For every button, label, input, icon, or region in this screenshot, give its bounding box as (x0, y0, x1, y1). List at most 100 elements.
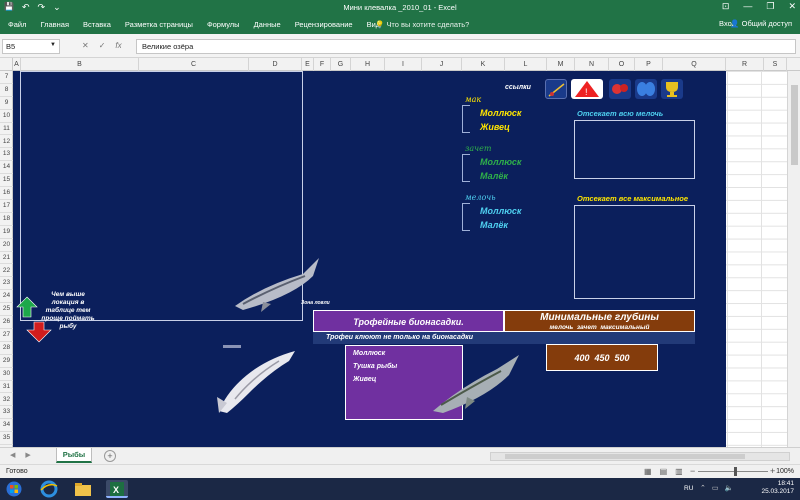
row-header[interactable]: 20 (0, 239, 13, 252)
scroll-thumb[interactable] (791, 85, 798, 165)
cut-small-box[interactable] (574, 120, 695, 179)
col-header[interactable]: E (302, 58, 314, 71)
row-header[interactable]: 24 (0, 290, 13, 304)
excel-taskbar-icon[interactable]: X (106, 480, 128, 498)
col-header[interactable]: J (422, 58, 462, 71)
scroll-tabs-right-icon[interactable]: ▶ (25, 451, 30, 459)
row-header[interactable]: 15 (0, 174, 13, 188)
formula-input[interactable]: Великие озёра (136, 39, 796, 54)
normal-view-icon[interactable]: ▦ (644, 467, 652, 476)
scroll-tabs-left-icon[interactable]: ◀ (10, 451, 15, 459)
col-header[interactable]: H (351, 58, 385, 71)
col-header[interactable]: Q (663, 58, 726, 71)
restore-button[interactable]: ❐ (766, 1, 774, 12)
page-layout-view-icon[interactable]: ▤ (660, 467, 668, 476)
trophy-baits-button[interactable]: Трофейные бионасадки. (313, 310, 504, 332)
cut-max-box[interactable] (574, 205, 695, 299)
col-header[interactable]: L (505, 58, 547, 71)
col-header[interactable]: A (13, 58, 21, 71)
col-header[interactable]: R (726, 58, 764, 71)
warning-icon[interactable]: ! (571, 79, 603, 99)
arrow-up-icon[interactable] (16, 296, 38, 318)
zachet-item[interactable]: Моллюск (480, 157, 521, 167)
tab-page-layout[interactable]: Разметка страницы (118, 20, 200, 29)
language-indicator[interactable]: RU (684, 485, 693, 492)
tray-expand-icon[interactable]: ⌃ (700, 484, 706, 492)
row-header[interactable]: 33 (0, 406, 13, 420)
zoom-slider[interactable] (698, 467, 768, 476)
row-header[interactable]: 27 (0, 329, 13, 342)
row-header[interactable]: 22 (0, 265, 13, 278)
zoom-in-icon[interactable]: + (770, 466, 775, 476)
tab-file[interactable]: Файл (6, 20, 33, 29)
row-header[interactable]: 31 (0, 381, 13, 394)
row-header[interactable]: 26 (0, 316, 13, 329)
col-header[interactable]: S (764, 58, 787, 71)
row-header[interactable]: 19 (0, 226, 13, 239)
enter-icon[interactable]: ✓ (99, 41, 106, 50)
col-header[interactable]: B (21, 58, 139, 71)
row-header[interactable]: 23 (0, 277, 13, 291)
row-header[interactable]: 17 (0, 200, 13, 213)
select-all-corner[interactable] (0, 58, 13, 71)
gears-icon[interactable] (609, 79, 631, 99)
hscroll-thumb[interactable] (505, 454, 745, 459)
col-header[interactable]: F (314, 58, 331, 71)
col-header[interactable]: P (635, 58, 663, 71)
meloch-item[interactable]: Малёк (480, 220, 508, 230)
zoom-out-icon[interactable]: − (690, 466, 695, 476)
mak-item[interactable]: Живец (480, 122, 510, 132)
col-header[interactable]: M (547, 58, 575, 71)
col-header[interactable]: K (462, 58, 505, 71)
row-header[interactable]: 28 (0, 342, 13, 355)
network-icon[interactable]: ▭ (712, 484, 719, 492)
zachet-item[interactable]: Малёк (480, 171, 508, 181)
row-header[interactable]: 16 (0, 187, 13, 200)
row-header[interactable]: 10 (0, 110, 13, 123)
row-header[interactable]: 25 (0, 303, 13, 317)
chevron-down-icon[interactable]: ▼ (50, 42, 56, 48)
trophy-icon[interactable] (661, 79, 683, 99)
page-break-view-icon[interactable]: ▥ (675, 467, 683, 476)
mak-item[interactable]: Моллюск (480, 108, 521, 118)
insert-function-icon[interactable]: fx (115, 41, 121, 50)
file-explorer-icon[interactable] (72, 480, 94, 498)
tab-home[interactable]: Главная (33, 20, 76, 29)
tab-insert[interactable]: Вставка (76, 20, 118, 29)
windows-start-icon[interactable] (6, 481, 22, 497)
volume-icon[interactable]: 🔈 (725, 484, 734, 492)
add-sheet-icon[interactable]: + (104, 450, 116, 462)
row-header[interactable]: 34 (0, 419, 13, 433)
col-header[interactable]: C (139, 58, 249, 71)
tab-review[interactable]: Рецензирование (288, 20, 360, 29)
minimize-button[interactable]: — (743, 1, 752, 12)
row-header[interactable]: 13 (0, 148, 13, 162)
row-header[interactable]: 8 (0, 84, 13, 97)
row-header[interactable]: 11 (0, 123, 13, 136)
col-header[interactable]: D (249, 58, 302, 71)
horizontal-scrollbar[interactable] (490, 452, 790, 461)
row-header[interactable]: 7 (0, 71, 13, 84)
internet-explorer-icon[interactable] (38, 480, 60, 498)
butterfly-icon[interactable] (635, 79, 657, 99)
col-header[interactable]: I (385, 58, 422, 71)
tell-me-search[interactable]: 💡 Что вы хотите сделать? (375, 20, 469, 29)
row-header[interactable]: 30 (0, 368, 13, 381)
vertical-scrollbar[interactable] (787, 71, 800, 447)
bait-item[interactable]: Тушка рыбы (353, 363, 397, 370)
clock[interactable]: 18:41 25.03.2017 (761, 480, 794, 496)
tab-formulas[interactable]: Формулы (200, 20, 247, 29)
row-header[interactable]: 9 (0, 97, 13, 110)
share-button[interactable]: 👤 Общий доступ (730, 19, 792, 28)
sheet-tab-fish[interactable]: Рыбы (56, 448, 92, 463)
bait-item[interactable]: Моллюск (353, 350, 385, 357)
row-header[interactable]: 32 (0, 394, 13, 407)
close-button[interactable]: ✕ (788, 1, 796, 12)
bait-item[interactable]: Живец (353, 376, 376, 383)
name-box[interactable]: B5 ▼ (2, 39, 60, 54)
cancel-icon[interactable]: ✕ (82, 41, 89, 50)
depth-values-box[interactable]: 400 450 500 (546, 344, 658, 371)
row-header[interactable]: 35 (0, 432, 13, 446)
tab-data[interactable]: Данные (247, 20, 288, 29)
fishing-rod-icon[interactable] (545, 79, 567, 99)
